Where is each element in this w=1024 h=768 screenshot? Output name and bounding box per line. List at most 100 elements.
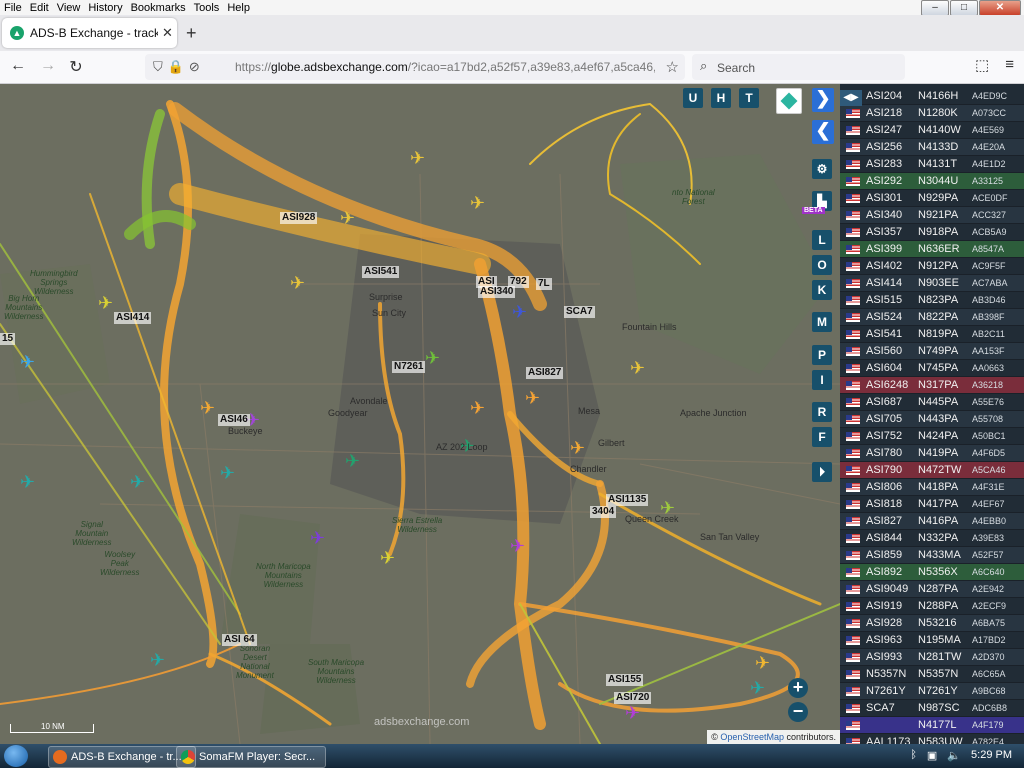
menu-edit[interactable]: Edit	[26, 2, 53, 14]
u-button[interactable]: U	[683, 88, 703, 108]
zoom-in-button[interactable]: +	[788, 678, 808, 698]
aircraft-label-asi928[interactable]: ASI928	[280, 212, 318, 224]
close-window-button[interactable]: ✕	[979, 0, 1021, 16]
aircraft-row[interactable]: ASI292 N3044U A33125	[840, 173, 1024, 190]
menu-history[interactable]: History	[84, 2, 126, 14]
aircraft-label-asi1135[interactable]: ASI1135	[606, 494, 649, 506]
aircraft-row[interactable]: ASI752 N424PA A50BC1	[840, 428, 1024, 445]
aircraft-row[interactable]: ASI256 N4133D A4E20A	[840, 139, 1024, 156]
aircraft-row[interactable]: ASI827 N416PA A4EBB0	[840, 513, 1024, 530]
osm-link[interactable]: OpenStreetMap	[720, 732, 784, 742]
aircraft-row[interactable]: ASI218 N1280K A073CC	[840, 105, 1024, 122]
back-arrow-icon[interactable]: ←	[8, 57, 28, 75]
aircraft-row[interactable]: N4177L A4F179	[840, 717, 1024, 734]
extensions-icon[interactable]: ⬚	[975, 56, 989, 74]
aircraft-label-asi541[interactable]: ASI541	[362, 266, 400, 278]
replay-icon[interactable]: ⏵	[812, 462, 832, 482]
start-button[interactable]	[4, 745, 28, 767]
expand-right-icon[interactable]: ❯	[812, 88, 834, 112]
aircraft-row[interactable]: SCA7 N987SC ADC6B8	[840, 700, 1024, 717]
aircraft-row[interactable]: ASI402 N912PA AC9F5F	[840, 258, 1024, 275]
aircraft-row[interactable]: ASI806 N418PA A4F31E	[840, 479, 1024, 496]
aircraft-row[interactable]: ASI340 N921PA ACC327	[840, 207, 1024, 224]
aircraft-row[interactable]: ASI687 N445PA A55E76	[840, 394, 1024, 411]
search-box[interactable]: ⌕ Search	[692, 54, 905, 80]
zoom-out-button[interactable]: −	[788, 702, 808, 722]
taskbar-chrome-somafm[interactable]: SomaFM Player: Secr...	[176, 746, 326, 768]
clock[interactable]: 5:29 PM	[971, 749, 1012, 762]
new-tab-button[interactable]: +	[186, 23, 197, 44]
l-button[interactable]: L	[812, 230, 832, 250]
reload-icon[interactable]: ↻	[66, 57, 86, 77]
menu-tools[interactable]: Tools	[190, 2, 224, 14]
aircraft-row[interactable]: ASI301 N929PA ACE0DF	[840, 190, 1024, 207]
m-button[interactable]: M	[812, 312, 832, 332]
aircraft-row[interactable]: ASI541 N819PA AB2C11	[840, 326, 1024, 343]
aircraft-row[interactable]: ASI818 N417PA A4EF67	[840, 496, 1024, 513]
aircraft-label-asi340[interactable]: ASI340	[478, 286, 516, 298]
aircraft-label-asi46[interactable]: ASI46	[218, 414, 250, 426]
aircraft-row[interactable]: ASI892 N5356X A6C640	[840, 564, 1024, 581]
p-button[interactable]: P	[812, 345, 832, 365]
aircraft-label-n7261[interactable]: N7261	[392, 361, 426, 373]
address-bar[interactable]: ⛉🔒⊘ https://globe.adsbexchange.com/?icao…	[145, 54, 685, 80]
aircraft-row[interactable]: ASI705 N443PA A55708	[840, 411, 1024, 428]
aircraft-row[interactable]: ASI414 N903EE AC7ABA	[840, 275, 1024, 292]
aircraft-row[interactable]: ASI560 N749PA AA153F	[840, 343, 1024, 360]
close-tab-icon[interactable]: ✕	[162, 25, 173, 41]
settings-gear-icon[interactable]: ⚙	[812, 159, 832, 179]
aircraft-label-asi64[interactable]: ASI 64	[222, 634, 257, 646]
bookmark-star-icon[interactable]: ☆	[666, 58, 679, 76]
aircraft-row[interactable]: ASI283 N4131T A4E1D2	[840, 156, 1024, 173]
aircraft-row[interactable]: ASI604 N745PA AA0663	[840, 360, 1024, 377]
aircraft-row[interactable]: ASI515 N823PA AB3D46	[840, 292, 1024, 309]
bluetooth-icon[interactable]: ᛒ	[910, 749, 917, 762]
aircraft-label-asi720[interactable]: ASI720	[614, 692, 652, 704]
aircraft-row[interactable]: ASI204 N4166H A4ED9C	[840, 88, 1024, 105]
aircraft-row[interactable]: ASI790 N472TW A5CA46	[840, 462, 1024, 479]
o-button[interactable]: O	[812, 255, 832, 275]
menu-help[interactable]: Help	[223, 2, 254, 14]
maximize-button[interactable]: □	[950, 0, 978, 16]
aircraft-label-sca7[interactable]: SCA7	[564, 306, 595, 318]
menu-file[interactable]: File	[0, 2, 26, 14]
aircraft-row[interactable]: ASI963 N195MA A17BD2	[840, 632, 1024, 649]
menu-view[interactable]: View	[53, 2, 85, 14]
aircraft-label-15[interactable]: 15	[0, 333, 16, 345]
layers-icon[interactable]	[776, 88, 802, 114]
aircraft-row[interactable]: ASI919 N288PA A2ECF9	[840, 598, 1024, 615]
aircraft-row[interactable]: ASI993 N281TW A2D370	[840, 649, 1024, 666]
menu-bookmarks[interactable]: Bookmarks	[127, 2, 190, 14]
r-button[interactable]: R	[812, 402, 832, 422]
aircraft-row[interactable]: ASI859 N433MA A52F57	[840, 547, 1024, 564]
aircraft-label-7l[interactable]: 7L	[536, 278, 552, 290]
tracking-protection-icon[interactable]: ⛉🔒⊘	[153, 59, 205, 75]
volume-icon[interactable]: 🔈	[947, 749, 961, 762]
aircraft-row[interactable]: ASI780 N419PA A4F6D5	[840, 445, 1024, 462]
aircraft-row[interactable]: AAL1173 N583UW A782E4	[840, 734, 1024, 744]
forward-arrow-icon[interactable]: →	[38, 57, 58, 75]
aircraft-row[interactable]: ASI399 N636ER A8547A	[840, 241, 1024, 258]
aircraft-label-3404[interactable]: 3404	[590, 506, 617, 518]
app-menu-icon[interactable]: ≡	[1005, 56, 1014, 74]
aircraft-label-asi414[interactable]: ASI414	[114, 312, 152, 324]
aircraft-row[interactable]: N5357N N5357N A6C65A	[840, 666, 1024, 683]
network-icon[interactable]: ▣	[927, 749, 937, 762]
aircraft-row[interactable]: ASI844 N332PA A39E83	[840, 530, 1024, 547]
collapse-left-icon[interactable]: ❮	[812, 120, 834, 144]
aircraft-row[interactable]: ASI247 N4140W A4E569	[840, 122, 1024, 139]
f-button[interactable]: F	[812, 427, 832, 447]
aircraft-row[interactable]: ASI357 N918PA ACB5A9	[840, 224, 1024, 241]
aircraft-row[interactable]: N7261Y N7261Y A9BC68	[840, 683, 1024, 700]
taskbar-firefox-adsb[interactable]: ADS-B Exchange - tr...	[48, 746, 196, 768]
i-button[interactable]: I	[812, 370, 832, 390]
tab-adsb[interactable]: ▲ ADS-B Exchange - track aircraft ✕	[2, 18, 177, 48]
aircraft-row[interactable]: ASI9049 N287PA A2E942	[840, 581, 1024, 598]
k-button[interactable]: K	[812, 280, 832, 300]
t-button[interactable]: T	[739, 88, 759, 108]
aircraft-row[interactable]: ASI928 N53216 A6BA75	[840, 615, 1024, 632]
map-view[interactable]: ✈ ✈ ✈ ✈ ✈ ✈ ✈ ✈ ✈ ✈ ✈ ✈ ✈ ✈ ✈ ✈ ✈ ✈ ✈ ✈ …	[0, 84, 840, 744]
aircraft-label-asi155[interactable]: ASI155	[606, 674, 644, 686]
aircraft-label-asi827[interactable]: ASI827	[526, 367, 564, 379]
minimize-button[interactable]: –	[921, 0, 949, 16]
